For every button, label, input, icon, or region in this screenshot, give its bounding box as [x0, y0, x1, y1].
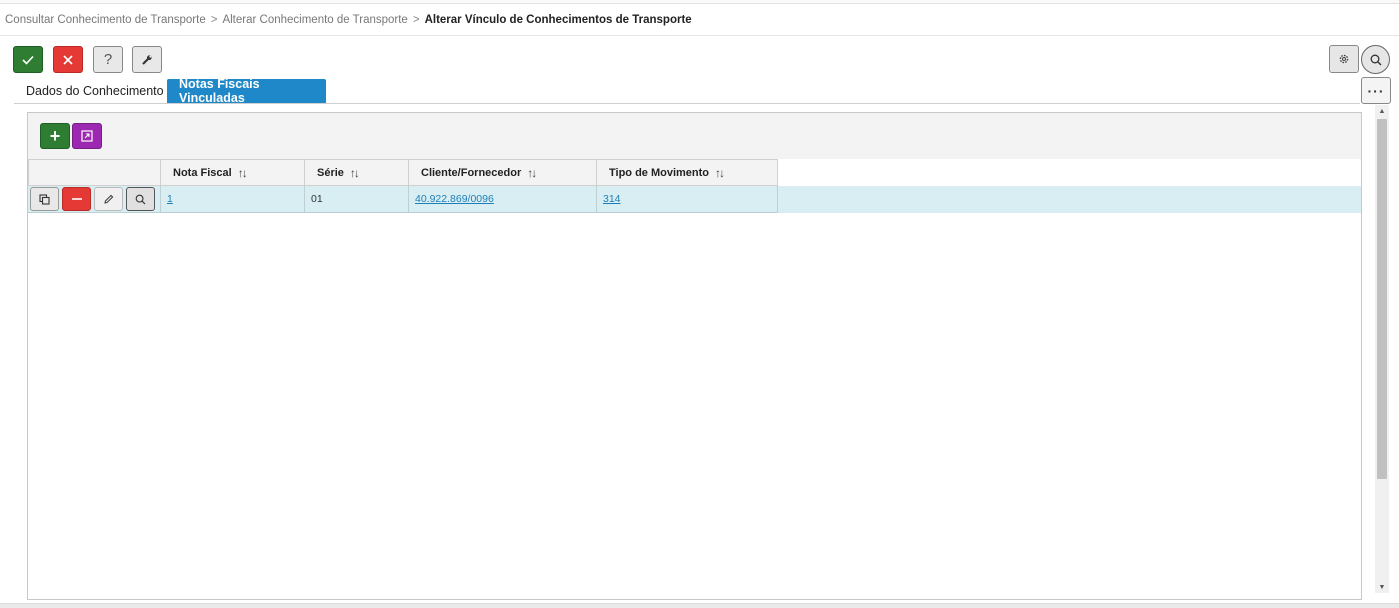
edit-button[interactable] [94, 187, 123, 211]
header-nota-fiscal[interactable]: Nota Fiscal ↑↓ [161, 159, 305, 186]
header-serie[interactable]: Série ↑↓ [305, 159, 409, 186]
grid-panel: + Nota Fiscal ↑↓ Série ↑↓ Cliente/Forneced… [27, 112, 1362, 600]
header-label: Cliente/Fornecedor [421, 166, 522, 179]
header-cliente-fornecedor[interactable]: Cliente/Fornecedor ↑↓ [409, 159, 597, 186]
nota-fiscal-link[interactable]: 1 [167, 193, 173, 205]
open-window-icon [81, 130, 93, 142]
tab-notas-fiscais-vinculadas[interactable]: Notas Fiscais Vinculadas [167, 77, 326, 105]
row-actions [28, 186, 161, 213]
header-label: Série [317, 166, 344, 179]
header-label: Tipo de Movimento [609, 166, 710, 179]
cell-tipo-de-movimento: 314 [597, 186, 778, 213]
breadcrumb-item-consultar[interactable]: Consultar Conhecimento de Transporte [5, 14, 206, 26]
header-actions [28, 159, 161, 186]
search-button[interactable] [1361, 45, 1390, 74]
delete-button[interactable] [62, 187, 91, 211]
bottom-edge [0, 603, 1399, 608]
settings-button[interactable] [1329, 45, 1359, 73]
help-button[interactable]: ? [93, 46, 123, 73]
breadcrumb-current: Alterar Vínculo de Conhecimentos de Tran… [424, 14, 692, 26]
tipo-movimento-link[interactable]: 314 [603, 193, 621, 205]
breadcrumb-item-alterar[interactable]: Alterar Conhecimento de Transporte [222, 14, 407, 26]
serie-value: 01 [311, 193, 323, 205]
search-icon [1370, 54, 1381, 65]
gear-icon [1339, 54, 1349, 64]
add-button[interactable]: + [40, 123, 70, 149]
sort-icon[interactable]: ↑↓ [715, 166, 725, 180]
sort-icon[interactable]: ↑↓ [350, 166, 360, 180]
help-label: ? [103, 51, 113, 68]
top-edge [0, 0, 1399, 4]
tab-underline [14, 103, 1360, 104]
grid-header: Nota Fiscal ↑↓ Série ↑↓ Cliente/Fornecedor… [28, 159, 778, 186]
cell-nota-fiscal: 1 [161, 186, 305, 213]
close-icon [63, 54, 73, 65]
breadcrumb-separator: > [412, 14, 420, 26]
cliente-fornecedor-link[interactable]: 40.922.869/0096 [415, 193, 494, 205]
tab-dados-do-conhecimento[interactable]: Dados do Conhecimento [14, 79, 176, 103]
sort-icon[interactable]: ↑↓ [238, 166, 248, 180]
ellipsis-icon: ··· [1367, 82, 1385, 99]
search-icon [135, 194, 146, 204]
view-button[interactable] [126, 187, 155, 211]
header-label: Nota Fiscal [173, 166, 232, 179]
breadcrumb-divider [0, 35, 1399, 36]
check-icon [22, 55, 34, 65]
open-window-button[interactable] [72, 123, 102, 149]
scroll-up-arrow-icon[interactable]: ▲ [1375, 105, 1389, 117]
sort-icon[interactable]: ↑↓ [527, 166, 537, 180]
copy-icon [39, 193, 50, 205]
tab-label: Notas Fiscais Vinculadas [179, 77, 260, 105]
plus-icon: + [49, 125, 61, 146]
minus-icon [71, 198, 82, 200]
scroll-down-arrow-icon[interactable]: ▼ [1375, 581, 1389, 593]
tools-button[interactable] [132, 46, 162, 73]
scroll-thumb[interactable] [1377, 119, 1387, 479]
cancel-button[interactable] [53, 46, 83, 73]
table-row[interactable]: 1 01 40.922.869/0096 314 [28, 186, 1361, 213]
breadcrumb-separator: > [210, 14, 218, 26]
wrench-icon [142, 54, 152, 65]
tab-label: Dados do Conhecimento [26, 84, 164, 98]
panel-toolbar: + [28, 113, 1361, 159]
pencil-icon [104, 194, 114, 204]
breadcrumb: Consultar Conhecimento de Transporte > Alt… [5, 14, 692, 28]
confirm-button[interactable] [13, 46, 43, 73]
copy-button[interactable] [30, 187, 59, 211]
more-options-button[interactable]: ··· [1361, 77, 1391, 104]
vertical-scrollbar[interactable]: ▲ ▼ [1375, 105, 1389, 593]
cell-serie: 01 [305, 186, 409, 213]
header-tipo-de-movimento[interactable]: Tipo de Movimento ↑↓ [597, 159, 778, 186]
cell-cliente-fornecedor: 40.922.869/0096 [409, 186, 597, 213]
